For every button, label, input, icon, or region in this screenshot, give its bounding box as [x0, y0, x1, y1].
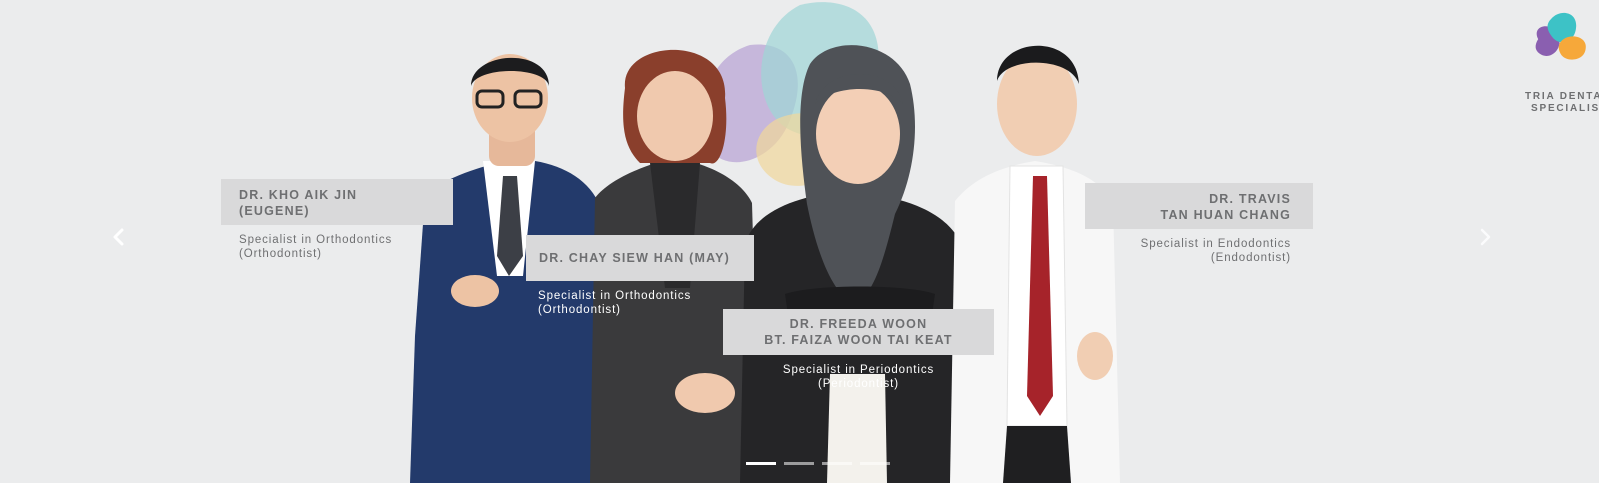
doctor-name-plate: DR. CHAY SIEW HAN (MAY): [526, 235, 754, 281]
doctor-specialty: Specialist in Endodontics: [1140, 238, 1291, 250]
doctor-specialty-block: Specialist in Endodontics (Endodontist): [1085, 237, 1291, 265]
doctor-name: DR. CHAY SIEW HAN (MAY): [539, 251, 731, 265]
doctor-specialty-block: Specialist in Periodontics (Periodontist…: [723, 363, 994, 391]
doctor-specialty: Specialist in Periodontics: [782, 364, 935, 376]
logo-wordmark: TRIA DENTAL SPECIALISTS: [1525, 91, 1599, 115]
doctor-name-plate: DR. TRAVIS TAN HUAN CHANG: [1085, 183, 1313, 229]
carousel-prev-button[interactable]: [108, 226, 130, 248]
tria-dental-logo: [1535, 12, 1586, 60]
doctor-name: DR. TRAVIS: [1209, 192, 1291, 206]
doctor-specialty-block: Specialist in Orthodontics (Orthodontist…: [239, 233, 392, 261]
doctor-role: (Orthodontist): [538, 304, 621, 316]
doctor-specialty: Specialist in Orthodontics: [239, 234, 393, 246]
doctor-specialty-block: Specialist in Orthodontics (Orthodontist…: [538, 289, 691, 317]
doctor-role: (Orthodontist): [239, 248, 322, 260]
doctor-name: DR. FREEDA WOON: [789, 317, 928, 331]
doctor-photo-freeda-woon: [740, 45, 967, 483]
carousel-pagination: [746, 462, 890, 465]
pagination-dot-4[interactable]: [860, 462, 890, 465]
carousel-next-button[interactable]: [1474, 226, 1496, 248]
logo-line-2: SPECIALISTS: [1531, 103, 1599, 114]
doctor-name: DR. KHO AIK JIN: [239, 188, 358, 202]
doctor-name-plate: DR. KHO AIK JIN (EUGENE): [221, 179, 453, 225]
chevron-left-icon: [113, 228, 124, 246]
doctor-role: (Endodontist): [1210, 252, 1291, 264]
chevron-right-icon: [1480, 228, 1491, 246]
doctor-name-alias: (EUGENE): [239, 204, 310, 218]
doctor-role: (Periodontist): [818, 378, 899, 390]
pagination-dot-2[interactable]: [784, 462, 814, 465]
doctor-name-plate: DR. FREEDA WOON BT. FAIZA WOON TAI KEAT: [723, 309, 994, 355]
doctor-name-continued: BT. FAIZA WOON TAI KEAT: [764, 333, 953, 347]
doctor-carousel[interactable]: DR. KHO AIK JIN (EUGENE) Specialist in O…: [0, 0, 1599, 483]
logo-line-1: TRIA DENTAL: [1525, 91, 1599, 102]
pagination-dot-1[interactable]: [746, 462, 776, 465]
pagination-dot-3[interactable]: [822, 462, 852, 465]
doctor-specialty: Specialist in Orthodontics: [538, 290, 692, 302]
doctor-name-continued: TAN HUAN CHANG: [1160, 208, 1291, 222]
